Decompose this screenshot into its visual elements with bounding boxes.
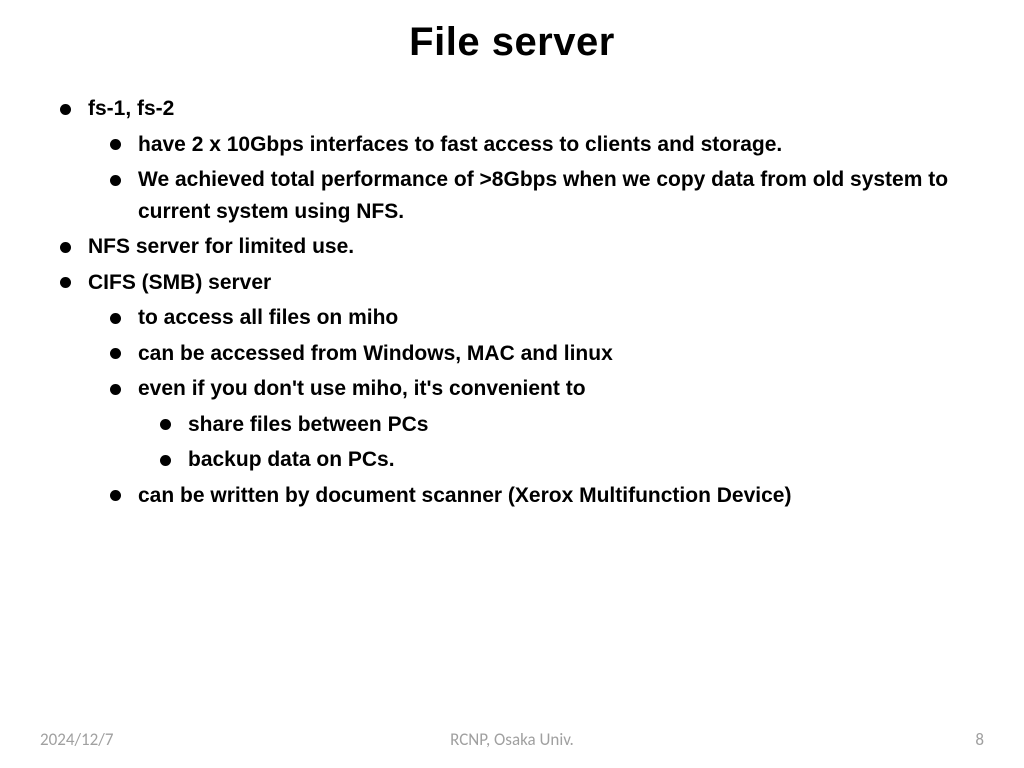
bullet-item: have 2 x 10Gbps interfaces to fast acces… bbox=[110, 129, 964, 161]
bullet-item: to access all files on miho bbox=[110, 302, 964, 334]
bullet-item: NFS server for limited use. bbox=[60, 231, 964, 263]
footer-page-number: 8 bbox=[975, 729, 984, 750]
bullet-item: backup data on PCs. bbox=[160, 444, 964, 476]
footer-org: RCNP, Osaka Univ. bbox=[450, 729, 574, 750]
bullet-item: CIFS (SMB) server bbox=[60, 267, 964, 299]
bullet-item: fs-1, fs-2 bbox=[60, 93, 964, 125]
bullet-item: even if you don't use miho, it's conveni… bbox=[110, 373, 964, 405]
bullet-list: fs-1, fs-2 have 2 x 10Gbps interfaces to… bbox=[60, 93, 964, 511]
slide-title: File server bbox=[60, 20, 964, 65]
bullet-item: can be accessed from Windows, MAC and li… bbox=[110, 338, 964, 370]
bullet-item: share files between PCs bbox=[160, 409, 964, 441]
bullet-item: We achieved total performance of >8Gbps … bbox=[110, 164, 964, 227]
footer-date: 2024/12/7 bbox=[40, 729, 113, 750]
bullet-item: can be written by document scanner (Xero… bbox=[110, 480, 964, 512]
slide: File server fs-1, fs-2 have 2 x 10Gbps i… bbox=[0, 0, 1024, 768]
slide-footer: 2024/12/7 RCNP, Osaka Univ. 8 bbox=[0, 729, 1024, 750]
